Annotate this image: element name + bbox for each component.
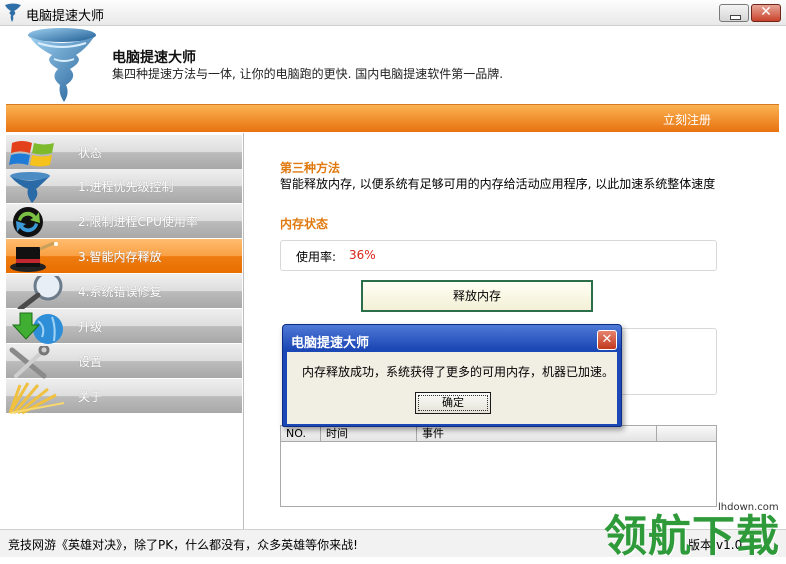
window-title: 电脑提速大师 — [26, 9, 105, 24]
product-slogan: 集四种提速方法与一体, 让你的电脑跑的更快. 国内电脑提速软件第一品牌. — [112, 67, 504, 81]
ad-text[interactable]: 竞技网游《英雄对决》，除了PK，什么都没有，众多英雄等你来战! — [8, 536, 358, 553]
tornado-logo-icon — [28, 28, 96, 102]
sidebar-item-label: 3.智能内存释放 — [78, 250, 162, 264]
usage-label: 使用率: — [296, 250, 337, 264]
memory-status-box: 使用率: 36% — [280, 240, 717, 271]
method-description: 智能释放内存, 以便系统有足够可用的内存给活动应用程序, 以此加速系统整体速度 — [280, 177, 716, 191]
light-rays-icon — [8, 382, 65, 415]
message-dialog: 电脑提速大师 ✕ 内存释放成功，系统获得了更多的可用内存，机器已加速。 确定 — [282, 324, 622, 427]
sidebar-item-upgrade[interactable]: 升级 — [6, 309, 242, 344]
watermark: 领航下载 lhdown.com — [598, 500, 786, 562]
sidebar-item-cpu-limit[interactable]: 2.限制进程CPU使用率 — [6, 204, 242, 238]
close-icon: ✕ — [760, 4, 772, 20]
column-header-extra[interactable] — [657, 426, 716, 442]
tornado-icon — [10, 172, 50, 203]
tools-icon — [9, 346, 50, 379]
column-header-event[interactable]: 事件 — [417, 426, 657, 442]
magnifier-icon — [17, 276, 63, 310]
dialog-message: 内存释放成功，系统获得了更多的可用内存，机器已加速。 — [302, 365, 615, 379]
memory-status-title: 内存状态 — [280, 217, 329, 231]
log-table[interactable]: NO. 时间 事件 — [280, 425, 717, 507]
magic-hat-icon — [10, 241, 58, 272]
tornado-app-icon — [5, 3, 21, 22]
sidebar-item-label: 关于 — [78, 390, 103, 404]
usage-value: 36% — [349, 248, 376, 262]
sidebar-item-label: 升级 — [78, 320, 103, 334]
windows-logo-icon — [9, 141, 54, 167]
register-link[interactable]: 立刻注册 — [663, 111, 711, 128]
release-memory-button[interactable]: 释放内存 — [361, 280, 593, 312]
sidebar-item-process-priority[interactable]: 1.进程优先级控制 — [6, 169, 242, 203]
close-button[interactable]: ✕ — [751, 4, 781, 22]
globe-download-icon — [11, 312, 63, 344]
sidebar-item-about[interactable]: 关于 — [6, 379, 242, 415]
sidebar-item-memory-release[interactable]: 3.智能内存释放 — [6, 239, 242, 273]
sidebar: 状态 1.进程优先级控制 2.限制进程CPU使用率 3.智能内存释放 4.系统错… — [6, 133, 244, 529]
app-header: 电脑提速大师 集四种提速方法与一体, 让你的电脑跑的更快. 国内电脑提速软件第一… — [0, 27, 786, 103]
title-bar: 电脑提速大师 ✕ — [0, 0, 786, 26]
minimize-button[interactable] — [719, 4, 749, 22]
log-table-header: NO. 时间 事件 — [281, 426, 716, 442]
dialog-close-button[interactable]: ✕ — [597, 330, 617, 350]
sidebar-item-error-repair[interactable]: 4.系统错误修复 — [6, 274, 242, 310]
sidebar-item-label: 状态 — [78, 146, 103, 160]
watermark-url: lhdown.com — [718, 502, 779, 513]
info-box — [615, 328, 717, 395]
close-icon: ✕ — [601, 332, 613, 347]
column-header-no[interactable]: NO. — [281, 426, 321, 442]
refresh-arrows-icon — [13, 207, 43, 237]
sidebar-item-label: 1.进程优先级控制 — [78, 180, 174, 194]
dialog-title: 电脑提速大师 — [291, 336, 370, 351]
method-title: 第三种方法 — [280, 161, 341, 175]
sidebar-item-status[interactable]: 状态 — [6, 135, 242, 169]
top-bar: 立刻注册 — [6, 104, 779, 132]
product-name: 电脑提速大师 — [112, 50, 196, 66]
dialog-body: 内存释放成功，系统获得了更多的可用内存，机器已加速。 确定 — [287, 352, 617, 424]
sidebar-item-label: 2.限制进程CPU使用率 — [78, 215, 198, 229]
ok-button[interactable]: 确定 — [415, 392, 491, 414]
sidebar-item-label: 4.系统错误修复 — [78, 285, 162, 299]
sidebar-item-settings[interactable]: 设置 — [6, 344, 242, 379]
column-header-time[interactable]: 时间 — [321, 426, 417, 442]
sidebar-item-label: 设置 — [78, 355, 103, 369]
